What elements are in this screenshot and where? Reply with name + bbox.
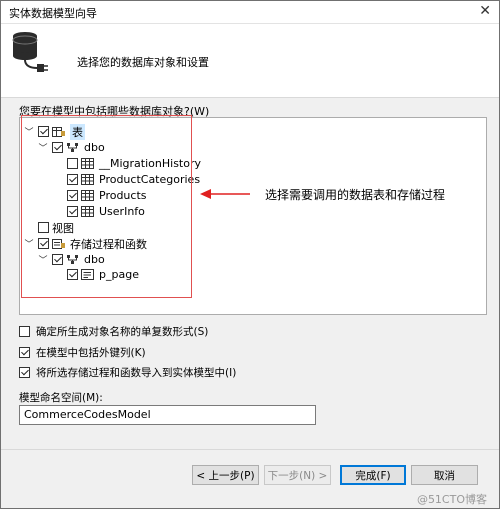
views-label: 视图: [52, 221, 74, 235]
title-bar: 实体数据模型向导 ✕: [1, 1, 499, 24]
procs-folder-icon: [52, 238, 65, 249]
tree-node-tables[interactable]: ﹀ 表: [23, 123, 85, 140]
tree-node-table[interactable]: · Products: [52, 188, 147, 203]
tree-node-procs[interactable]: ﹀ 存储过程和函数: [23, 236, 147, 251]
tables-label: 表: [70, 123, 85, 140]
wizard-window: 实体数据模型向导 ✕ 选择您的数据库对象和设置 您要在模型中包括哪些数据库对象?…: [0, 0, 500, 509]
dbo-tables-checkbox[interactable]: [52, 142, 63, 153]
import-procs-option[interactable]: 将所选存储过程和函数导入到实体模型中(I): [19, 365, 236, 380]
schema-icon: [67, 142, 78, 152]
table-name: __MigrationHistory: [99, 157, 201, 170]
import-procs-checkbox[interactable]: [19, 367, 30, 378]
import-procs-label: 将所选存储过程和函数导入到实体模型中(I): [36, 367, 237, 379]
tree-node-dbo-procs[interactable]: ﹀ dbo: [37, 252, 105, 267]
foreign-keys-label: 在模型中包括外键列(K): [36, 347, 146, 359]
dbo-procs-label: dbo: [84, 253, 105, 266]
views-checkbox[interactable]: [38, 222, 49, 233]
footer-divider: [1, 449, 499, 450]
tables-folder-icon: [52, 126, 65, 137]
cancel-button[interactable]: 取消: [411, 465, 478, 485]
pluralize-label: 确定所生成对象名称的单复数形式(S): [36, 326, 209, 338]
table-name: Products: [99, 189, 147, 202]
table-icon: [81, 173, 94, 185]
wizard-subtitle: 选择您的数据库对象和设置: [77, 56, 209, 69]
chevron-down-icon[interactable]: ﹀: [37, 253, 49, 266]
foreign-keys-option[interactable]: 在模型中包括外键列(K): [19, 345, 146, 360]
chevron-down-icon[interactable]: ﹀: [37, 141, 49, 154]
table-checkbox[interactable]: [67, 174, 78, 185]
table-icon: [81, 189, 94, 201]
pluralize-checkbox[interactable]: [19, 326, 30, 337]
chevron-down-icon[interactable]: ﹀: [23, 125, 35, 138]
stored-procedure-icon: [81, 268, 94, 280]
pluralize-option[interactable]: 确定所生成对象名称的单复数形式(S): [19, 324, 208, 339]
proc-name: p_page: [99, 268, 139, 281]
arrow-left-icon: [200, 189, 250, 199]
tree-node-table[interactable]: · UserInfo: [52, 204, 145, 219]
close-icon[interactable]: ✕: [479, 3, 491, 19]
procs-label: 存储过程和函数: [70, 237, 147, 251]
back-button[interactable]: < 上一步(P): [192, 465, 259, 485]
chevron-down-icon[interactable]: ﹀: [23, 237, 35, 250]
foreign-keys-checkbox[interactable]: [19, 347, 30, 358]
finish-button[interactable]: 完成(F): [340, 465, 406, 485]
tree-node-table[interactable]: · ProductCategories: [52, 172, 200, 187]
table-icon: [81, 157, 94, 169]
dbo-procs-checkbox[interactable]: [52, 254, 63, 265]
dbo-tables-label: dbo: [84, 141, 105, 154]
watermark: @51CTO博客: [416, 493, 487, 506]
namespace-label: 模型命名空间(M):: [19, 392, 103, 404]
table-name: ProductCategories: [99, 173, 201, 186]
database-connect-icon: [12, 32, 48, 72]
namespace-input[interactable]: CommerceCodesModel: [19, 405, 316, 425]
table-name: UserInfo: [99, 205, 145, 218]
table-icon: [81, 205, 94, 217]
table-checkbox[interactable]: [67, 158, 78, 169]
next-button[interactable]: 下一步(N) >: [264, 465, 331, 485]
schema-icon: [67, 254, 78, 264]
tables-checkbox[interactable]: [38, 126, 49, 137]
annotation-text: 选择需要调用的数据表和存储过程: [265, 188, 446, 202]
table-checkbox[interactable]: [67, 206, 78, 217]
tree-node-table[interactable]: · __MigrationHistory: [52, 156, 201, 171]
tree-node-proc[interactable]: · p_page: [52, 267, 139, 282]
proc-checkbox[interactable]: [67, 269, 78, 280]
tree-node-dbo-tables[interactable]: ﹀ dbo: [37, 140, 105, 155]
window-title: 实体数据模型向导: [9, 7, 97, 20]
table-checkbox[interactable]: [67, 190, 78, 201]
tree-node-views[interactable]: · 视图: [23, 220, 74, 235]
procs-checkbox[interactable]: [38, 238, 49, 249]
wizard-header: 选择您的数据库对象和设置: [1, 24, 499, 98]
